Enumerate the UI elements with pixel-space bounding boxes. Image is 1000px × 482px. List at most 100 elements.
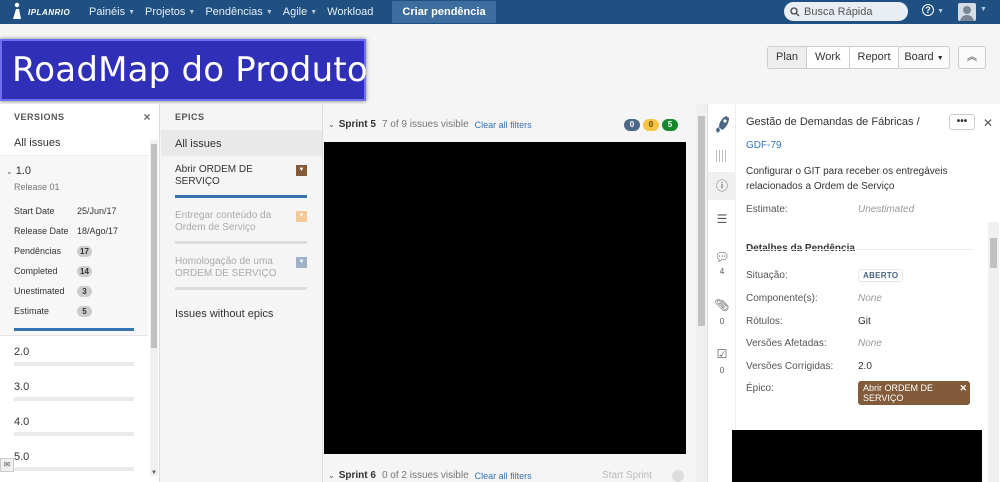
chevron-down-icon[interactable]: ⌄ [328,120,335,129]
versoes-corrigidas-value[interactable]: 2.0 [858,361,872,372]
issue-project-breadcrumb[interactable]: Gestão de Demandas de Fábricas / [746,116,920,128]
rotulos-label: Rótulos: [746,316,783,327]
subtasks-icon[interactable]: ☑ [708,347,736,361]
board-menu-button[interactable]: Board ▼ [898,46,950,69]
iplanrio-logo[interactable]: IPLANRIO [6,0,84,24]
epics-all-issues[interactable]: All issues [161,130,322,156]
version-name: 2.0 [14,346,30,358]
start-sprint-button[interactable]: Start Sprint [602,470,652,481]
mode-plan-button[interactable]: Plan [768,47,808,68]
sprint-6-header[interactable]: ⌄ Sprint 6 0 of 2 issues visible Clear a… [328,470,532,481]
epic-item-entregar-conteudo[interactable]: Entregar conteúdo da Ordem de Serviço ▼ [161,202,311,248]
description-icon[interactable]: ☰ [708,212,736,226]
chevron-down-icon: ▼ [936,55,944,62]
versions-scrollbar[interactable]: ▼ [150,140,158,476]
info-icon[interactable]: ⓘ [708,177,736,194]
chevron-down-icon: ▼ [128,8,136,16]
chevron-down-icon[interactable]: ⌄ [328,471,335,480]
version-item-3-0[interactable]: 3.0 [0,371,148,406]
componentes-value[interactable]: None [858,293,882,304]
versoes-afetadas-value[interactable]: None [858,338,882,349]
attachment-icon[interactable]: 📎︎ [708,298,736,312]
version-name: 5.0 [14,451,30,463]
rotulos-value[interactable]: Git [858,316,871,327]
chevron-down-icon: ▼ [937,8,944,15]
version-item-1-0[interactable]: ⌄ 1.0 Release 01 Start Date 25/Jun/17 Rele… [0,156,148,336]
versions-heading: VERSIONS × [0,104,159,128]
version-progress-bar [14,467,134,471]
scrollbar-thumb[interactable] [990,238,997,268]
search-icon [790,6,800,16]
board-mode-switcher: Plan Work Report [767,46,900,69]
scrollbar-thumb[interactable] [698,116,705,326]
nav-agile[interactable]: Agile ▼ [278,0,322,24]
scroll-down-icon[interactable]: ▼ [150,470,158,476]
nav-paineis-label: Painéis [89,6,126,18]
clear-filters-link[interactable]: Clear all filters [475,120,532,130]
version-item-2-0[interactable]: 2.0 [0,336,148,371]
estimate-badge: 5 [77,306,92,317]
epic-lozenge[interactable]: Abrir ORDEM DE SERVIÇO ✕ [858,381,970,405]
epics-panel: EPICS All issues Abrir ORDEM DE SERVIÇO … [161,104,323,482]
nav-projetos[interactable]: Projetos ▼ [140,0,200,24]
comment-icon[interactable]: 💬︎ [708,250,736,264]
search-placeholder: Busca Rápida [804,5,873,18]
epic-menu-icon[interactable]: ▼ [296,257,307,268]
unestimated-label: Unestimated [14,286,65,296]
drag-handle-icon[interactable] [716,150,728,162]
versoes-afetadas-label: Versões Afetadas: [746,338,827,349]
pendencias-badge: 17 [77,246,92,257]
avatar-head [963,6,971,14]
epic-lozenge-text: Abrir ORDEM DE SERVIÇO [863,383,934,403]
epic-name: Homologação de uma ORDEM DE SERVIÇO [175,256,277,279]
collapse-header-button[interactable]: ︽ [958,46,986,69]
more-actions-button[interactable]: ••• [949,114,975,130]
chevron-down-icon[interactable]: ▼ [980,6,987,13]
close-icon[interactable]: ✕ [983,116,993,130]
epic-item-abrir-os[interactable]: Abrir ORDEM DE SERVIÇO ▼ [161,156,311,202]
version-item-4-0[interactable]: 4.0 [0,406,148,441]
backlog-area: ⌄ Sprint 5 7 of 9 issues visible Clear a… [324,104,706,482]
sprint-5-header[interactable]: ⌄ Sprint 5 7 of 9 issues visible Clear a… [328,119,532,130]
version-progress-bar [14,397,134,401]
issue-key-link[interactable]: GDF-79 [746,140,782,151]
remove-epic-icon[interactable]: ✕ [959,383,967,393]
done-count-badge: 5 [662,119,678,131]
feedback-mail-icon[interactable]: ✉ [0,458,14,472]
status-badge[interactable]: ABERTO [858,269,904,282]
chevron-down-icon[interactable]: ⌄ [6,167,13,176]
sprint-6-more-icon[interactable] [672,470,684,482]
create-issue-button[interactable]: Criar pendência [392,1,496,23]
scrollbar-thumb[interactable] [151,144,157,348]
epic-menu-icon[interactable]: ▼ [296,211,307,222]
issue-summary[interactable]: Configurar o GIT para receber os entregá… [746,164,976,194]
epic-progress-bar [175,195,307,198]
backlog-scrollbar[interactable] [696,104,706,482]
sprint-5-issue-list-redacted [324,142,686,454]
detail-scrollbar[interactable] [988,222,999,482]
quick-search-input[interactable]: Busca Rápida [784,2,908,21]
nav-pendencias[interactable]: Pendências ▼ [200,0,277,24]
release-date-value: 18/Ago/17 [77,226,119,236]
nav-workload[interactable]: Workload [322,0,378,24]
versions-all-issues[interactable]: All issues [0,128,159,156]
epic-item-homologacao[interactable]: Homologação de uma ORDEM DE SERVIÇO ▼ [161,248,311,294]
estimate-label: Estimate [14,306,50,316]
user-avatar[interactable] [958,3,976,21]
chevrons-up-icon: ︽ [967,52,977,63]
mode-report-button[interactable]: Report [850,47,899,68]
clear-filters-link[interactable]: Clear all filters [475,471,532,481]
version-item-5-0[interactable]: 5.0 [0,441,148,476]
epic-menu-icon[interactable]: ▼ [296,165,307,176]
estimate-field-label: Estimate: [746,204,788,215]
close-icon[interactable]: × [143,110,151,124]
nav-pendencias-label: Pendências [205,6,263,18]
nav-paineis[interactable]: Painéis ▼ [84,0,140,24]
subtask-count: 0 [719,366,725,375]
mode-work-button[interactable]: Work [807,47,850,68]
issues-without-epics[interactable]: Issues without epics [161,294,322,320]
roadmap-banner: RoadMap do Produto [0,39,368,101]
help-icon[interactable]: ? ▼ [922,4,944,16]
estimate-field-value[interactable]: Unestimated [858,204,914,215]
situacao-label: Situação: [746,270,788,281]
